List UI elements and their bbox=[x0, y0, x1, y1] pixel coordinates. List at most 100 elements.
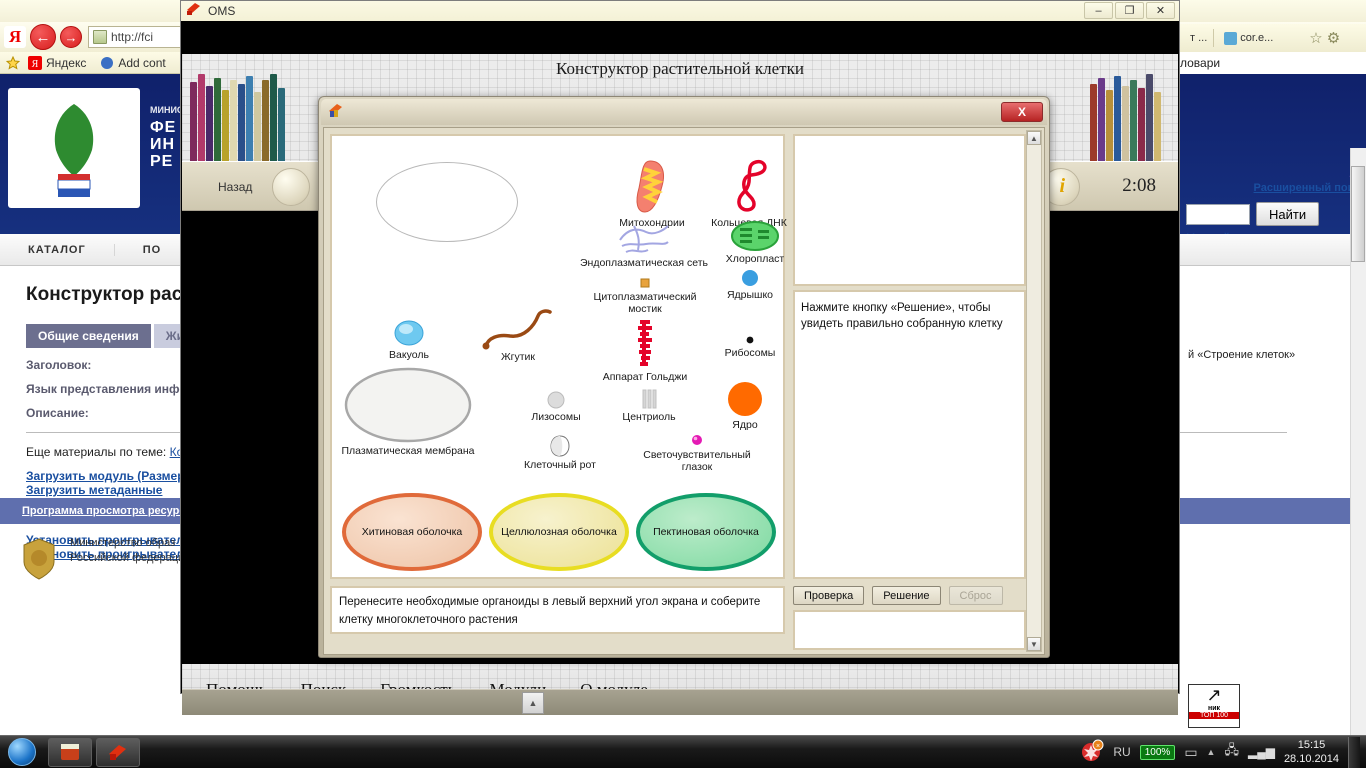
browser-right-menu[interactable]: ловари bbox=[1180, 52, 1366, 74]
organelle-eyespot[interactable]: Светочувствительный глазок bbox=[632, 432, 762, 473]
cell-wall-chitin[interactable]: Хитиновая оболочка bbox=[342, 493, 482, 571]
minimize-button[interactable]: – bbox=[1084, 2, 1113, 19]
back-arrow-icon[interactable]: ← bbox=[30, 24, 56, 50]
organelle-label: Цитоплазматический мостик bbox=[593, 291, 697, 315]
svg-text:×: × bbox=[1096, 743, 1100, 750]
cell-wall-label: Пектиновая оболочка bbox=[653, 526, 759, 538]
download-module-link[interactable]: Загрузить модуль (Размер 8 bbox=[26, 469, 195, 483]
tab-favicon-icon bbox=[1224, 31, 1238, 45]
organelle-flagellum[interactable]: Жгутик bbox=[468, 308, 568, 363]
nav-item-catalog[interactable]: КАТАЛОГ bbox=[0, 243, 115, 256]
cell-mouth-glyph bbox=[550, 435, 570, 457]
bookmark-icon bbox=[100, 56, 114, 70]
ministry-footer-text: Министерство образ Российской федерации bbox=[70, 537, 191, 564]
hint-text: Нажмите кнопку «Решение», чтобы увидеть … bbox=[801, 302, 1003, 330]
taskbar-item-browser[interactable] bbox=[48, 737, 92, 767]
nucleus-glyph bbox=[728, 382, 762, 416]
download-metadata-link[interactable]: Загрузить метаданные bbox=[26, 483, 162, 497]
dialog-close-button[interactable]: X bbox=[1001, 102, 1043, 122]
organelle-label: Ядро bbox=[732, 419, 758, 431]
gear-icon[interactable]: ⚙ bbox=[1327, 29, 1340, 47]
search-input[interactable] bbox=[1186, 203, 1250, 225]
organelle-label: Светочувствительный глазок bbox=[643, 449, 751, 473]
oms-window-title: OMS bbox=[208, 4, 236, 18]
cell-wall-pectin[interactable]: Пектиновая оболочка bbox=[636, 493, 776, 571]
tab-right-2[interactable]: cor.e... bbox=[1218, 29, 1279, 48]
network-icon[interactable]: 🖧 bbox=[1224, 741, 1239, 763]
oms-app-icon bbox=[186, 1, 202, 21]
clock[interactable]: 15:15 28.10.2014 bbox=[1284, 738, 1339, 766]
organelle-vacuole[interactable]: Вакуоль bbox=[372, 318, 446, 361]
advanced-search-link[interactable]: Расширенный поиск bbox=[1186, 182, 1366, 194]
yandex-logo-icon[interactable]: Я bbox=[4, 26, 26, 48]
tab-right-1[interactable]: т ... bbox=[1184, 29, 1215, 47]
dialog-titlebar: X bbox=[321, 99, 1047, 125]
taskbar-item-oms[interactable] bbox=[96, 737, 140, 767]
close-button[interactable]: ✕ bbox=[1146, 2, 1175, 19]
favorites-star-icon[interactable] bbox=[5, 55, 21, 70]
organelle-ribosomes[interactable]: Рибосомы bbox=[714, 334, 786, 359]
tab-general-info[interactable]: Общие сведения bbox=[26, 324, 151, 348]
cell-wall-label: Целлюлозная оболочка bbox=[501, 526, 617, 538]
yandex-icon: Я bbox=[28, 55, 42, 70]
cell-wall-cellulose[interactable]: Целлюлозная оболочка bbox=[489, 493, 629, 571]
organelle-label: Плазматическая мембрана bbox=[341, 445, 475, 457]
check-button[interactable]: Проверка bbox=[793, 586, 865, 605]
battery-icon[interactable]: ▭ bbox=[1184, 744, 1197, 761]
workspace: Митохондрии Кольцевая ДНК Эндоплазматиче… bbox=[330, 134, 1028, 650]
organelle-cytoplasmic-bridge[interactable]: Цитоплазматический мостик bbox=[582, 276, 708, 315]
organelle-label: Жгутик bbox=[500, 351, 536, 363]
timer-display: 2:08 bbox=[1122, 175, 1156, 196]
scroll-down-icon[interactable]: ▼ bbox=[1027, 637, 1041, 651]
organelle-lysosomes[interactable]: Лизосомы bbox=[518, 390, 594, 423]
signal-icon[interactable]: ▂▄▆ bbox=[1248, 745, 1275, 759]
top100-counter[interactable]: ↗ ник ТОП 100 bbox=[1188, 684, 1240, 728]
organelle-nucleus[interactable]: Ядро bbox=[712, 380, 778, 431]
organelle-label: Аппарат Гольджи bbox=[602, 371, 688, 383]
scroll-up-icon[interactable]: ▲ bbox=[1027, 131, 1041, 145]
oms-footer-bar: ▲ bbox=[182, 689, 1178, 715]
task-panel: Перенесите необходимые органоиды в левый… bbox=[330, 586, 785, 634]
organelle-chloroplast[interactable]: Хлоропласт bbox=[714, 220, 796, 265]
constructor-dialog: X ▲ ▼ Митохондрии Кольцевая ДНК Эндоплаз… bbox=[318, 96, 1050, 658]
antivirus-icon[interactable]: × bbox=[1080, 739, 1104, 766]
solution-button[interactable]: Решение bbox=[872, 586, 941, 605]
organelle-nucleolus[interactable]: Ядрышко bbox=[714, 268, 786, 301]
search-button[interactable]: Найти bbox=[1256, 202, 1320, 226]
organelle-mitochondria[interactable]: Митохондрии bbox=[604, 158, 700, 229]
page-scrollbar-thumb[interactable] bbox=[1351, 166, 1365, 262]
windows-start-icon[interactable] bbox=[0, 737, 44, 768]
language-indicator[interactable]: RU bbox=[1113, 745, 1130, 759]
organelle-cell-mouth[interactable]: Клеточный рот bbox=[510, 434, 610, 471]
bookmark-item-add-cont[interactable]: Add cont bbox=[100, 56, 166, 70]
side-note: й «Строение клеток» bbox=[1188, 349, 1296, 361]
bookmark-item-yandex[interactable]: Я Яндекс bbox=[28, 55, 87, 70]
dialog-scrollbar[interactable]: ▲ ▼ bbox=[1026, 130, 1042, 652]
battery-percent[interactable]: 100% bbox=[1139, 744, 1176, 760]
bookmark-label: Яндекс bbox=[46, 55, 87, 70]
back-button[interactable] bbox=[272, 168, 310, 206]
organelle-endoplasmic-reticulum[interactable]: Эндоплазматическая сеть bbox=[580, 220, 708, 269]
info-icon: i bbox=[1059, 175, 1065, 197]
oms-titlebar: OMS – ❐ ✕ bbox=[181, 1, 1179, 21]
svg-text:Я: Я bbox=[32, 59, 39, 70]
nav-item-po[interactable]: ПО bbox=[115, 243, 191, 256]
organelle-plasma-membrane[interactable]: Плазматическая мембрана bbox=[338, 366, 478, 457]
organelle-centriole[interactable]: Центриоль bbox=[610, 388, 688, 423]
star-icon[interactable]: ☆ bbox=[1309, 29, 1322, 47]
viewer-program-link[interactable]: Программа просмотра ресурсов bbox=[22, 505, 199, 517]
show-desktop-button[interactable] bbox=[1348, 736, 1360, 768]
forward-arrow-icon[interactable]: → bbox=[60, 26, 82, 48]
maximize-button[interactable]: ❐ bbox=[1115, 2, 1144, 19]
show-hidden-icons-icon[interactable]: ▲ bbox=[1207, 747, 1216, 757]
scroll-up-icon[interactable]: ▲ bbox=[522, 692, 544, 714]
bridge-glyph bbox=[640, 278, 650, 288]
organelle-label: Хлоропласт bbox=[725, 253, 785, 265]
organelle-palette[interactable]: Митохондрии Кольцевая ДНК Эндоплазматиче… bbox=[330, 134, 787, 579]
chloroplast-glyph bbox=[731, 221, 779, 251]
cell-drop-target[interactable] bbox=[376, 162, 518, 242]
browser-tab-strip-right: т ... cor.e... ☆ ⚙ bbox=[1180, 24, 1366, 52]
organelle-circular-dna[interactable]: Кольцевая ДНК bbox=[702, 156, 796, 229]
organelle-golgi[interactable]: Аппарат Гольджи bbox=[586, 318, 704, 383]
federal-logo bbox=[8, 88, 140, 208]
